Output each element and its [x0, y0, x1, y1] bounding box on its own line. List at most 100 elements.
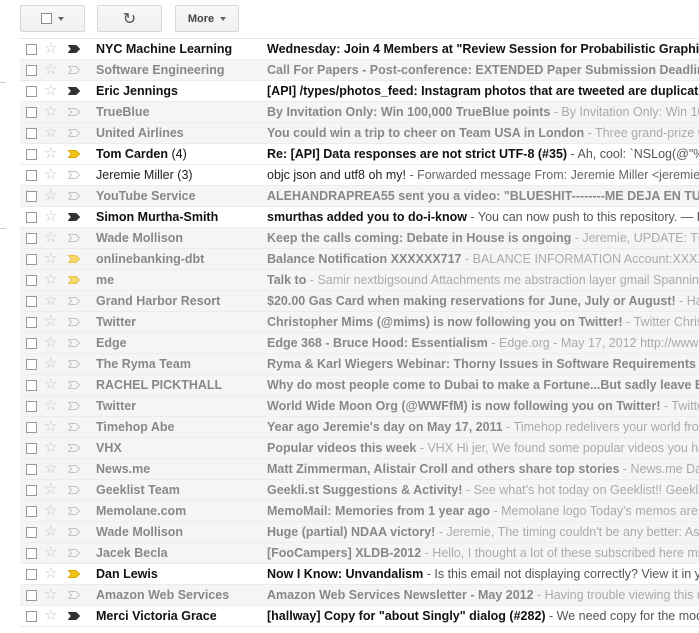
- importance-marker-icon[interactable]: [68, 612, 80, 620]
- row-checkbox[interactable]: [26, 170, 37, 181]
- star-icon[interactable]: ☆: [44, 544, 57, 562]
- more-button[interactable]: More: [175, 5, 239, 32]
- importance-marker-icon[interactable]: [68, 465, 80, 473]
- row-checkbox[interactable]: [26, 317, 37, 328]
- row-checkbox[interactable]: [26, 464, 37, 475]
- row-checkbox[interactable]: [26, 65, 37, 76]
- email-row[interactable]: ☆Wade MollisonHuge (partial) NDAA victor…: [20, 522, 699, 543]
- importance-marker-icon[interactable]: [68, 570, 80, 578]
- email-row[interactable]: ☆TwitterChristopher Mims (@mims) is now …: [20, 312, 699, 333]
- importance-marker-icon[interactable]: [68, 402, 80, 410]
- importance-marker-icon[interactable]: [68, 192, 80, 200]
- row-checkbox[interactable]: [26, 485, 37, 496]
- row-checkbox[interactable]: [26, 506, 37, 517]
- email-row[interactable]: ☆Dan LewisNow I Know: Unvandalism - Is t…: [20, 564, 699, 585]
- row-checkbox[interactable]: [26, 233, 37, 244]
- email-row[interactable]: ☆onlinebanking-dbtBalance Notification X…: [20, 249, 699, 270]
- star-icon[interactable]: ☆: [44, 103, 57, 121]
- star-icon[interactable]: ☆: [44, 481, 57, 499]
- row-checkbox[interactable]: [26, 527, 37, 538]
- star-icon[interactable]: ☆: [44, 166, 57, 184]
- row-checkbox[interactable]: [26, 128, 37, 139]
- star-icon[interactable]: ☆: [44, 292, 57, 310]
- importance-marker-icon[interactable]: [68, 129, 80, 137]
- row-checkbox[interactable]: [26, 44, 37, 55]
- row-checkbox[interactable]: [26, 338, 37, 349]
- importance-marker-icon[interactable]: [68, 171, 80, 179]
- row-checkbox[interactable]: [26, 443, 37, 454]
- star-icon[interactable]: ☆: [44, 418, 57, 436]
- importance-marker-icon[interactable]: [68, 549, 80, 557]
- star-icon[interactable]: ☆: [44, 82, 57, 100]
- email-row[interactable]: ☆TrueBlueBy Invitation Only: Win 100,000…: [20, 102, 699, 123]
- email-row[interactable]: ☆Simon Murtha-Smithsmurthas added you to…: [20, 207, 699, 228]
- email-row[interactable]: ☆Geeklist TeamGeekli.st Suggestions & Ac…: [20, 480, 699, 501]
- row-checkbox[interactable]: [26, 401, 37, 412]
- importance-marker-icon[interactable]: [68, 87, 80, 95]
- importance-marker-icon[interactable]: [68, 360, 80, 368]
- refresh-button[interactable]: ↻: [97, 5, 162, 32]
- email-row[interactable]: ☆Jeremie Miller (3)objc json and utf8 oh…: [20, 165, 699, 186]
- email-row[interactable]: ☆TwitterWorld Wide Moon Org (@WWFfM) is …: [20, 396, 699, 417]
- email-row[interactable]: ☆News.meMatt Zimmerman, Alistair Croll a…: [20, 459, 699, 480]
- importance-marker-icon[interactable]: [68, 276, 80, 284]
- email-row[interactable]: ☆Merci Victoria Grace[hallway] Copy for …: [20, 606, 699, 627]
- importance-marker-icon[interactable]: [68, 234, 80, 242]
- importance-marker-icon[interactable]: [68, 108, 80, 116]
- email-row[interactable]: ☆meTalk to - Samir nextbigsound Attachme…: [20, 270, 699, 291]
- row-checkbox[interactable]: [26, 149, 37, 160]
- importance-marker-icon[interactable]: [68, 45, 80, 53]
- email-row[interactable]: ☆Software EngineeringCall For Papers - P…: [20, 60, 699, 81]
- importance-marker-icon[interactable]: [68, 444, 80, 452]
- importance-marker-icon[interactable]: [68, 528, 80, 536]
- star-icon[interactable]: ☆: [44, 334, 57, 352]
- star-icon[interactable]: ☆: [44, 145, 57, 163]
- importance-marker-icon[interactable]: [68, 213, 80, 221]
- row-checkbox[interactable]: [26, 107, 37, 118]
- row-checkbox[interactable]: [26, 359, 37, 370]
- row-checkbox[interactable]: [26, 212, 37, 223]
- email-row[interactable]: ☆VHXPopular videos this week - VHX Hi je…: [20, 438, 699, 459]
- row-checkbox[interactable]: [26, 590, 37, 601]
- row-checkbox[interactable]: [26, 86, 37, 97]
- email-row[interactable]: ☆Wade MollisonKeep the calls coming: Deb…: [20, 228, 699, 249]
- row-checkbox[interactable]: [26, 296, 37, 307]
- star-icon[interactable]: ☆: [44, 229, 57, 247]
- star-icon[interactable]: ☆: [44, 439, 57, 457]
- row-checkbox[interactable]: [26, 254, 37, 265]
- importance-marker-icon[interactable]: [68, 66, 80, 74]
- star-icon[interactable]: ☆: [44, 40, 57, 58]
- email-row[interactable]: ☆Tom Carden (4)Re: [API] Data responses …: [20, 144, 699, 165]
- star-icon[interactable]: ☆: [44, 61, 57, 79]
- email-row[interactable]: ☆NYC Machine LearningWednesday: Join 4 M…: [20, 39, 699, 60]
- importance-marker-icon[interactable]: [68, 255, 80, 263]
- email-row[interactable]: ☆Amazon Web ServicesAmazon Web Services …: [20, 585, 699, 606]
- star-icon[interactable]: ☆: [44, 208, 57, 226]
- star-icon[interactable]: ☆: [44, 271, 57, 289]
- star-icon[interactable]: ☆: [44, 523, 57, 541]
- star-icon[interactable]: ☆: [44, 397, 57, 415]
- importance-marker-icon[interactable]: [68, 507, 80, 515]
- row-checkbox[interactable]: [26, 611, 37, 622]
- email-row[interactable]: ☆Jacek Becla[FooCampers] XLDB-2012 - Hel…: [20, 543, 699, 564]
- select-all-checkbox[interactable]: [41, 13, 52, 24]
- star-icon[interactable]: ☆: [44, 355, 57, 373]
- email-row[interactable]: ☆United AirlinesYou could win a trip to …: [20, 123, 699, 144]
- star-icon[interactable]: ☆: [44, 187, 57, 205]
- star-icon[interactable]: ☆: [44, 460, 57, 478]
- importance-marker-icon[interactable]: [68, 297, 80, 305]
- row-checkbox[interactable]: [26, 569, 37, 580]
- row-checkbox[interactable]: [26, 548, 37, 559]
- row-checkbox[interactable]: [26, 422, 37, 433]
- star-icon[interactable]: ☆: [44, 376, 57, 394]
- email-row[interactable]: ☆Eric Jennings[API] /types/photos_feed: …: [20, 81, 699, 102]
- star-icon[interactable]: ☆: [44, 607, 57, 625]
- star-icon[interactable]: ☆: [44, 124, 57, 142]
- email-row[interactable]: ☆Timehop AbeYear ago Jeremie's day on Ma…: [20, 417, 699, 438]
- email-row[interactable]: ☆YouTube ServiceALEHANDRAPREA55 sent you…: [20, 186, 699, 207]
- email-row[interactable]: ☆RACHEL PICKTHALLWhy do most people come…: [20, 375, 699, 396]
- row-checkbox[interactable]: [26, 191, 37, 202]
- email-row[interactable]: ☆Memolane.comMemoMail: Memories from 1 y…: [20, 501, 699, 522]
- row-checkbox[interactable]: [26, 380, 37, 391]
- email-row[interactable]: ☆The Ryma TeamRyma & Karl Wiegers Webina…: [20, 354, 699, 375]
